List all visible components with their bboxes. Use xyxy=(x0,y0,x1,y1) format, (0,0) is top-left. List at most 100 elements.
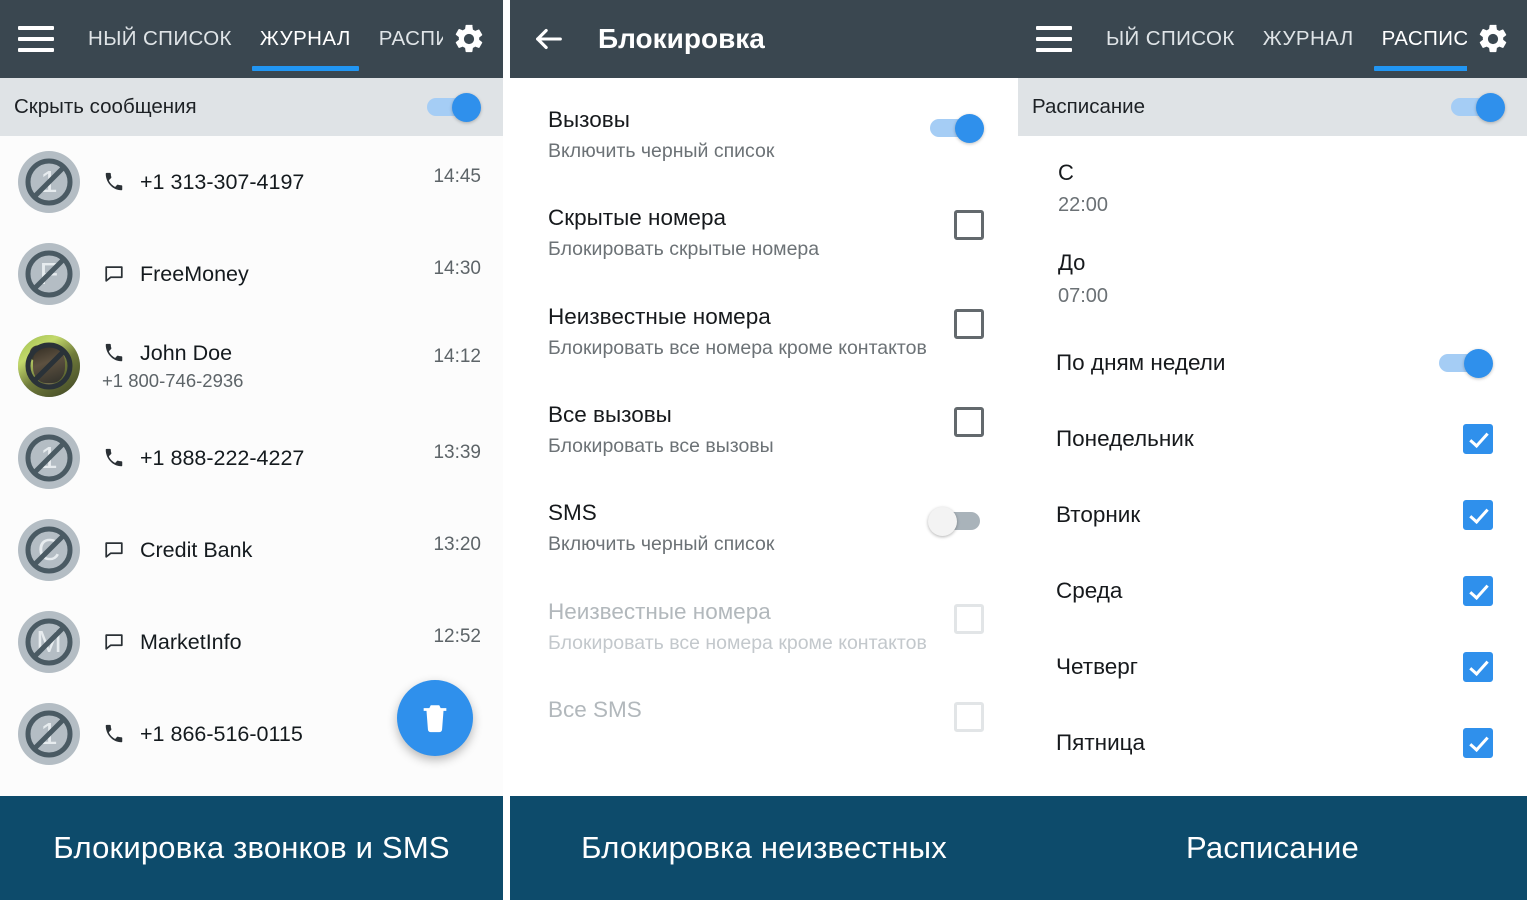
day-row-tuesday[interactable]: Вторник xyxy=(1018,477,1527,553)
message-icon xyxy=(102,538,126,562)
day-row-wednesday[interactable]: Среда xyxy=(1018,553,1527,629)
all-calls-checkbox[interactable] xyxy=(954,407,984,438)
setting-row-sms[interactable]: SMS Включить черный список xyxy=(510,479,1018,577)
three-panel-screenshot-collage: НЫЙ СПИСОК ЖУРНАЛ РАСПИСАНИЕ Скрыть сооб… xyxy=(0,0,1527,900)
day-checkbox-wednesday[interactable] xyxy=(1463,575,1493,606)
app-bar-panel3: ЫЙ СПИСОК ЖУРНАЛ РАСПИСАНИЕ xyxy=(1018,0,1527,78)
panel-schedule: ЫЙ СПИСОК ЖУРНАЛ РАСПИСАНИЕ Расписание С… xyxy=(1018,0,1527,900)
log-row[interactable]: C Credit Bank 13:20 xyxy=(0,504,503,596)
schedule-settings-list: С 22:00 До 07:00 По дням недели Понедель… xyxy=(1018,136,1527,796)
tab-blacklist[interactable]: ЫЙ СПИСОК xyxy=(1092,0,1249,78)
blocked-icon xyxy=(18,519,80,581)
message-icon xyxy=(102,262,126,286)
day-row-monday[interactable]: Понедельник xyxy=(1018,401,1527,477)
setting-subtitle: Включить черный список xyxy=(548,140,775,162)
weekdays-toggle-row[interactable]: По дням недели xyxy=(1018,325,1527,401)
caption-bar-panel3: Расписание xyxy=(1018,796,1527,900)
setting-row-all-calls[interactable]: Все вызовы Блокировать все вызовы xyxy=(510,381,1018,479)
log-row-time: 14:45 xyxy=(433,166,481,187)
day-checkbox-monday[interactable] xyxy=(1463,423,1493,454)
trash-icon xyxy=(423,705,447,733)
tab-blacklist[interactable]: НЫЙ СПИСОК xyxy=(74,0,246,78)
log-row-main: MarketInfo xyxy=(102,630,419,655)
log-row-name: +1 313-307-4197 xyxy=(140,169,305,194)
caption-text: Расписание xyxy=(1186,830,1359,865)
hidden-numbers-checkbox[interactable] xyxy=(954,210,984,241)
gear-icon[interactable] xyxy=(449,19,489,59)
toggle-thumb xyxy=(452,93,481,122)
phone-icon xyxy=(102,170,126,194)
log-row[interactable]: 1 +1 313-307-4197 14:45 xyxy=(0,136,503,228)
blocked-icon xyxy=(18,151,80,213)
day-checkbox-tuesday[interactable] xyxy=(1463,499,1493,530)
schedule-to-label: До xyxy=(1058,250,1086,276)
app-bar-panel2: Блокировка xyxy=(510,0,1018,78)
schedule-from-row[interactable]: С 22:00 xyxy=(1018,144,1527,234)
log-row-name: Credit Bank xyxy=(140,537,253,562)
log-row-time: 12:52 xyxy=(433,626,481,647)
log-row[interactable]: 1 +1 888-222-4227 13:39 xyxy=(0,412,503,504)
log-row-main: +1 313-307-4197 xyxy=(102,170,419,195)
setting-row-hidden-numbers[interactable]: Скрытые номера Блокировать скрытые номер… xyxy=(510,184,1018,282)
gear-icon[interactable] xyxy=(1473,19,1513,59)
setting-row-unknown-numbers[interactable]: Неизвестные номера Блокировать все номер… xyxy=(510,283,1018,381)
log-row-main: FreeMoney xyxy=(102,262,419,287)
hide-messages-row[interactable]: Скрыть сообщения xyxy=(0,78,503,136)
hamburger-menu-icon[interactable] xyxy=(1036,26,1072,52)
weekdays-toggle[interactable] xyxy=(1437,347,1493,379)
delete-fab-button[interactable] xyxy=(397,680,473,756)
caption-bar-panel1: Блокировка звонков и SMS xyxy=(0,796,503,900)
tab-journal[interactable]: ЖУРНАЛ xyxy=(246,0,365,78)
day-label: Пятница xyxy=(1056,730,1146,756)
setting-row-unknown-numbers-sms[interactable]: Неизвестные номера Блокировать все номер… xyxy=(510,578,1018,676)
log-row[interactable]: M MarketInfo 12:52 xyxy=(0,596,503,688)
log-row-main: +1 888-222-4227 xyxy=(102,446,419,471)
tab-schedule[interactable]: РАСПИСАНИЕ xyxy=(365,0,443,78)
sms-toggle[interactable] xyxy=(928,505,984,537)
log-row[interactable]: John Doe +1 800-746-2936 14:12 xyxy=(0,320,503,412)
weekdays-toggle-label: По дням недели xyxy=(1056,350,1226,376)
schedule-to-row[interactable]: До 07:00 xyxy=(1018,234,1527,324)
tab-journal[interactable]: ЖУРНАЛ xyxy=(1249,0,1368,78)
schedule-enable-label: Расписание xyxy=(1032,95,1146,118)
hamburger-menu-icon[interactable] xyxy=(18,26,54,52)
message-icon xyxy=(102,630,126,654)
schedule-from-value: 22:00 xyxy=(1058,194,1109,217)
unknown-numbers-checkbox[interactable] xyxy=(954,308,984,339)
day-checkbox-thursday[interactable] xyxy=(1463,651,1493,682)
log-row-name: FreeMoney xyxy=(140,261,249,286)
schedule-enable-toggle[interactable] xyxy=(1449,91,1505,123)
all-sms-checkbox[interactable] xyxy=(954,702,984,733)
tab-schedule[interactable]: РАСПИСАНИЕ xyxy=(1368,0,1467,78)
hide-messages-label: Скрыть сообщения xyxy=(14,95,197,118)
setting-title: Неизвестные номера xyxy=(548,598,771,624)
avatar: 1 xyxy=(18,427,80,489)
toggle-thumb xyxy=(955,114,984,143)
page-title: Блокировка xyxy=(598,23,765,54)
log-row[interactable]: F FreeMoney 14:30 xyxy=(0,228,503,320)
blocking-settings-list: Вызовы Включить черный список Скрытые но… xyxy=(510,78,1018,796)
setting-row-all-sms[interactable]: Все SMS xyxy=(510,676,1018,762)
tab-bar-panel1: НЫЙ СПИСОК ЖУРНАЛ РАСПИСАНИЕ xyxy=(74,0,443,78)
setting-title: Все SMS xyxy=(548,697,642,723)
unknown-numbers-sms-checkbox[interactable] xyxy=(954,603,984,634)
setting-row-calls[interactable]: Вызовы Включить черный список xyxy=(510,86,1018,184)
back-arrow-icon[interactable] xyxy=(528,18,570,60)
phone-icon xyxy=(102,341,126,365)
setting-title: Все вызовы xyxy=(548,402,672,428)
log-row-name: MarketInfo xyxy=(140,629,242,654)
blocked-icon xyxy=(18,427,80,489)
calls-toggle[interactable] xyxy=(928,112,984,144)
setting-subtitle: Блокировать все вызовы xyxy=(548,435,774,458)
day-label: Среда xyxy=(1056,578,1123,604)
day-row-thursday[interactable]: Четверг xyxy=(1018,629,1527,705)
caption-text: Блокировка неизвестных xyxy=(581,830,947,865)
toggle-thumb xyxy=(928,507,957,537)
log-row-number: +1 800-746-2936 xyxy=(102,369,244,391)
schedule-enable-row[interactable]: Расписание xyxy=(1018,78,1527,136)
setting-subtitle: Блокировать скрытые номера xyxy=(548,238,820,261)
day-row-friday[interactable]: Пятница xyxy=(1018,705,1527,781)
day-checkbox-friday[interactable] xyxy=(1463,727,1493,758)
hide-messages-toggle[interactable] xyxy=(425,91,481,123)
blocked-icon xyxy=(18,611,80,673)
